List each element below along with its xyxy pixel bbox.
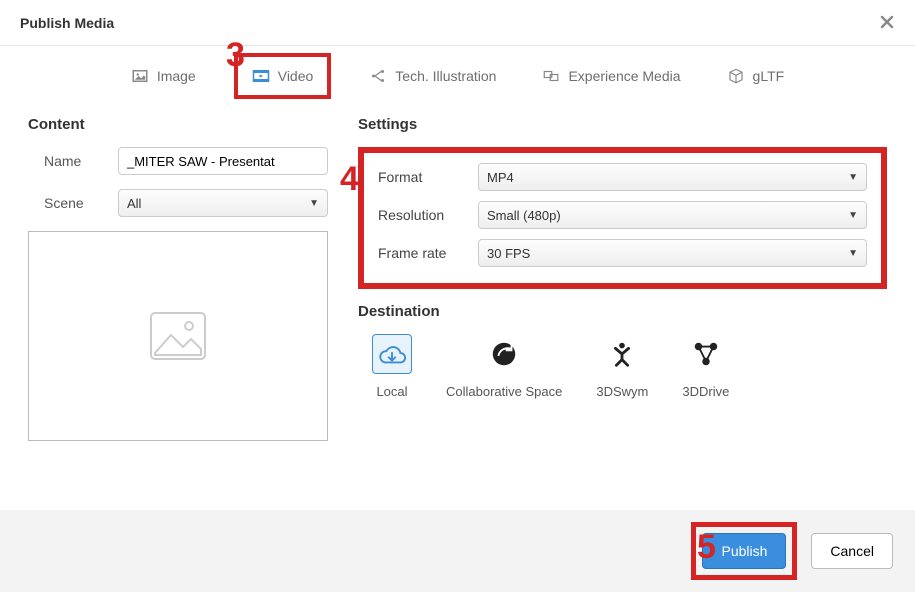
resolution-dropdown[interactable]: Small (480p) ▼ [478,201,867,229]
chevron-down-icon: ▼ [309,198,319,209]
image-placeholder-icon [149,311,207,361]
destination-label: 3DSwym [596,384,648,399]
publish-media-dialog: Publish Media Image Video Tech. Illustra… [0,0,915,592]
content-heading: Content [28,116,328,133]
framerate-value: 30 FPS [487,246,530,261]
content-column: Content Name Scene All ▼ [28,116,328,441]
video-icon [252,67,270,85]
tab-image[interactable]: Image [123,61,204,91]
dialog-body: Content Name Scene All ▼ [0,96,915,451]
format-dropdown[interactable]: MP4 ▼ [478,163,867,191]
resolution-label: Resolution [378,207,478,223]
name-input[interactable] [118,147,328,175]
tab-label: Experience Media [568,68,680,84]
preview-box [28,231,328,441]
destination-row: Local Collaborative Space 3DSwym [372,334,887,399]
local-icon [372,334,412,374]
collab-space-icon [484,334,524,374]
swym-icon [602,334,642,374]
tab-video[interactable]: Video [234,53,332,99]
destination-local[interactable]: Local [372,334,412,399]
close-icon[interactable] [879,10,895,36]
experience-media-icon [542,67,560,85]
settings-group: Format MP4 ▼ Resolution Small (480p) ▼ F… [358,147,887,289]
destination-label: Local [376,384,407,399]
format-label: Format [378,169,478,185]
resolution-value: Small (480p) [487,208,561,223]
settings-column: Settings Format MP4 ▼ Resolution Small (… [358,116,887,441]
scene-field-row: Scene All ▼ [28,189,328,217]
tab-experience-media[interactable]: Experience Media [534,61,688,91]
scene-label: Scene [28,195,118,211]
destination-label: Collaborative Space [446,384,562,399]
settings-heading: Settings [358,116,887,133]
tab-label: Tech. Illustration [395,68,496,84]
destination-label: 3DDrive [682,384,729,399]
publish-button[interactable]: Publish [702,533,786,569]
drive-icon [686,334,726,374]
image-icon [131,67,149,85]
name-field-row: Name [28,147,328,175]
framerate-row: Frame rate 30 FPS ▼ [378,239,867,267]
destination-heading: Destination [358,303,887,320]
chevron-down-icon: ▼ [848,210,858,221]
gltf-icon [727,67,745,85]
scene-value: All [127,196,141,211]
dialog-footer: Publish Cancel [0,510,915,592]
framerate-label: Frame rate [378,245,478,261]
tab-label: Video [278,68,314,84]
resolution-row: Resolution Small (480p) ▼ [378,201,867,229]
tab-gltf[interactable]: gLTF [719,61,793,91]
tab-tech-illustration[interactable]: Tech. Illustration [361,61,504,91]
framerate-dropdown[interactable]: 30 FPS ▼ [478,239,867,267]
tab-label: Image [157,68,196,84]
destination-collab-space[interactable]: Collaborative Space [446,334,562,399]
tech-illustration-icon [369,67,387,85]
destination-3ddrive[interactable]: 3DDrive [682,334,729,399]
name-label: Name [28,153,118,169]
destination-3dswym[interactable]: 3DSwym [596,334,648,399]
chevron-down-icon: ▼ [848,248,858,259]
chevron-down-icon: ▼ [848,172,858,183]
tab-bar: Image Video Tech. Illustration Experienc… [0,46,915,96]
format-value: MP4 [487,170,514,185]
publish-button-highlight: Publish [691,522,797,580]
dialog-title: Publish Media [20,15,114,31]
tab-label: gLTF [753,68,785,84]
cancel-button[interactable]: Cancel [811,533,893,569]
scene-dropdown[interactable]: All ▼ [118,189,328,217]
dialog-header: Publish Media [0,0,915,46]
format-row: Format MP4 ▼ [378,163,867,191]
